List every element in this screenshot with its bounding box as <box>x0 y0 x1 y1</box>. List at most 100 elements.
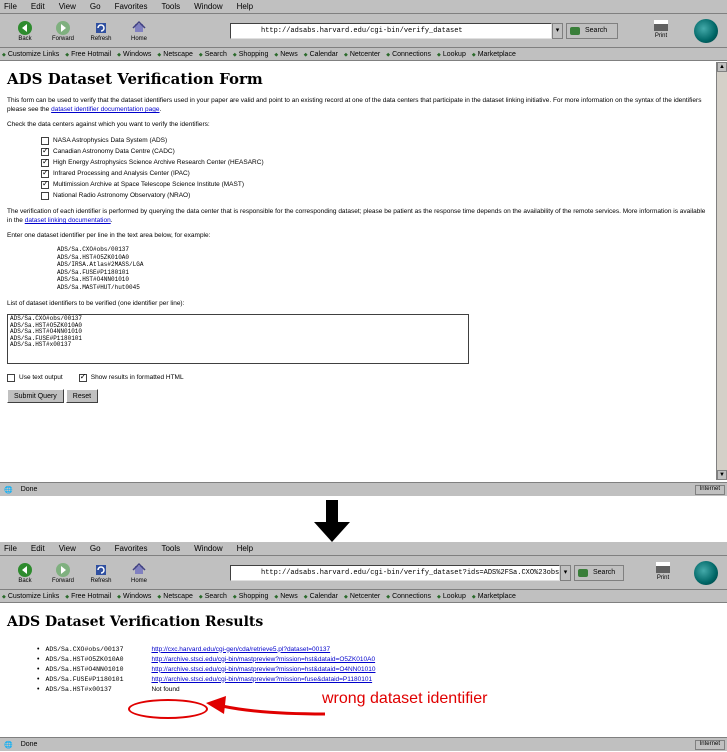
link-marketplace[interactable]: Marketplace <box>472 51 516 58</box>
print-button[interactable]: Print <box>648 20 674 44</box>
menu-help[interactable]: Help <box>237 2 253 11</box>
link-calendar[interactable]: Calendar <box>304 51 338 58</box>
option-nrao[interactable]: National Radio Astronomy Observatory (NR… <box>41 190 710 201</box>
personal-toolbar: Customize Links Free Hotmail Windows Net… <box>0 48 727 61</box>
address-dropdown-button[interactable]: ▾ <box>560 565 571 581</box>
link-customize[interactable]: Customize Links <box>2 593 59 600</box>
result-item: ADS/Sa.FUSE#P1180101http://archive.stsci… <box>37 674 710 684</box>
link-shopping[interactable]: Shopping <box>233 51 269 58</box>
menu-tools[interactable]: Tools <box>161 544 180 553</box>
forward-button[interactable]: Forward <box>44 16 82 46</box>
reset-button[interactable]: Reset <box>65 389 99 403</box>
link-lookup[interactable]: Lookup <box>437 51 466 58</box>
status-icon: 🌐 <box>4 486 13 494</box>
printer-icon <box>654 20 668 31</box>
link-hotmail[interactable]: Free Hotmail <box>65 51 111 58</box>
html-output-option[interactable]: Show results in formatted HTML <box>78 372 184 383</box>
result-link[interactable]: http://archive.stsci.edu/cgi-bin/mastpre… <box>151 656 375 663</box>
refresh-button[interactable]: Refresh <box>82 558 120 588</box>
checkbox[interactable] <box>41 136 49 145</box>
refresh-button[interactable]: Refresh <box>82 16 120 46</box>
checkbox[interactable] <box>7 373 15 382</box>
menu-go[interactable]: Go <box>90 544 101 553</box>
menu-file[interactable]: File <box>4 2 17 11</box>
link-search[interactable]: Search <box>199 51 227 58</box>
link-news[interactable]: News <box>274 593 298 600</box>
link-netcenter[interactable]: Netcenter <box>344 593 380 600</box>
option-ipac[interactable]: Infrared Processing and Analysis Center … <box>41 168 710 179</box>
link-netscape[interactable]: Netscape <box>157 51 193 58</box>
checkbox[interactable] <box>41 179 49 189</box>
result-link[interactable]: http://archive.stsci.edu/cgi-bin/mastpre… <box>151 676 372 683</box>
menu-go[interactable]: Go <box>90 2 101 11</box>
intro-paragraph: This form can be used to verify that the… <box>7 97 702 113</box>
documentation-link[interactable]: dataset identifier documentation page <box>51 106 159 113</box>
submit-query-button[interactable]: Submit Query <box>7 389 64 403</box>
text-output-option[interactable]: Use text output <box>7 372 63 383</box>
link-windows[interactable]: Windows <box>117 593 151 600</box>
menu-window[interactable]: Window <box>194 2 222 11</box>
address-bar-input[interactable]: http://adsabs.harvard.edu/cgi-bin/verify… <box>230 23 552 39</box>
vertical-scrollbar[interactable]: ▲ ▼ <box>716 62 727 480</box>
menu-favorites[interactable]: Favorites <box>115 544 148 553</box>
link-hotmail[interactable]: Free Hotmail <box>65 593 111 600</box>
menu-bar: File Edit View Go Favorites Tools Window… <box>0 542 727 556</box>
scroll-down-button[interactable]: ▼ <box>717 470 727 480</box>
menu-edit[interactable]: Edit <box>31 2 45 11</box>
menu-tools[interactable]: Tools <box>161 2 180 11</box>
forward-button[interactable]: Forward <box>44 558 82 588</box>
result-link[interactable]: http://cxc.harvard.edu/cgi-gen/cda/retri… <box>151 646 330 653</box>
link-calendar[interactable]: Calendar <box>304 593 338 600</box>
security-zone: Internet <box>694 485 725 495</box>
option-mast[interactable]: Multimission Archive at Space Telescope … <box>41 179 710 190</box>
link-customize[interactable]: Customize Links <box>2 51 59 58</box>
identifiers-textarea[interactable]: ADS/Sa.CXO#obs/00137 ADS/Sa.HST#O5ZK010A… <box>7 314 469 364</box>
search-button[interactable]: Search <box>566 23 618 39</box>
checkbox[interactable] <box>41 168 49 178</box>
option-ads[interactable]: NASA Astrophysics Data System (ADS) <box>41 135 710 146</box>
link-connections[interactable]: Connections <box>386 593 431 600</box>
menu-view[interactable]: View <box>59 544 76 553</box>
home-button[interactable]: Home <box>120 558 158 588</box>
error-callout-text: wrong dataset identifier <box>322 690 488 707</box>
red-pointer-arrow-icon <box>206 696 325 716</box>
link-windows[interactable]: Windows <box>117 51 151 58</box>
option-heasarc[interactable]: High Energy Astrophysics Science Archive… <box>41 157 710 168</box>
back-button[interactable]: Back <box>6 16 44 46</box>
menu-file[interactable]: File <box>4 544 17 553</box>
menu-window[interactable]: Window <box>194 544 222 553</box>
menu-edit[interactable]: Edit <box>31 544 45 553</box>
output-format-options: Use text output Show results in formatte… <box>7 372 710 383</box>
link-shopping[interactable]: Shopping <box>233 593 269 600</box>
link-search[interactable]: Search <box>199 593 227 600</box>
home-button[interactable]: Home <box>120 16 158 46</box>
scroll-up-button[interactable]: ▲ <box>717 62 727 72</box>
result-link[interactable]: http://archive.stsci.edu/cgi-bin/mastpre… <box>151 666 375 673</box>
back-button[interactable]: Back <box>6 558 44 588</box>
link-netscape[interactable]: Netscape <box>157 593 193 600</box>
back-arrow-icon <box>18 20 32 35</box>
checkbox[interactable] <box>78 372 87 382</box>
checkbox[interactable] <box>41 191 49 200</box>
menu-view[interactable]: View <box>59 2 76 11</box>
option-cadc[interactable]: Canadian Astronomy Data Centre (CADC) <box>41 146 710 157</box>
menu-help[interactable]: Help <box>237 544 253 553</box>
search-button[interactable]: Search <box>574 565 624 581</box>
linking-doc-link[interactable]: dataset linking documentation <box>25 217 111 224</box>
address-dropdown-button[interactable]: ▾ <box>552 23 563 39</box>
checkbox[interactable] <box>41 146 49 156</box>
link-connections[interactable]: Connections <box>386 51 431 58</box>
netscape-logo-icon <box>694 19 718 43</box>
link-marketplace[interactable]: Marketplace <box>472 593 516 600</box>
link-lookup[interactable]: Lookup <box>437 593 466 600</box>
link-netcenter[interactable]: Netcenter <box>344 51 380 58</box>
link-news[interactable]: News <box>274 51 298 58</box>
print-button[interactable]: Print <box>650 562 676 586</box>
page-title: ADS Dataset Verification Form <box>7 70 263 88</box>
checkbox[interactable] <box>41 157 49 167</box>
printer-icon <box>656 562 670 573</box>
address-bar-input[interactable]: http://adsabs.harvard.edu/cgi-bin/verify… <box>230 565 560 581</box>
status-bar: 🌐 Done Internet <box>0 482 727 496</box>
status-text: Done <box>20 486 38 493</box>
menu-favorites[interactable]: Favorites <box>115 2 148 11</box>
